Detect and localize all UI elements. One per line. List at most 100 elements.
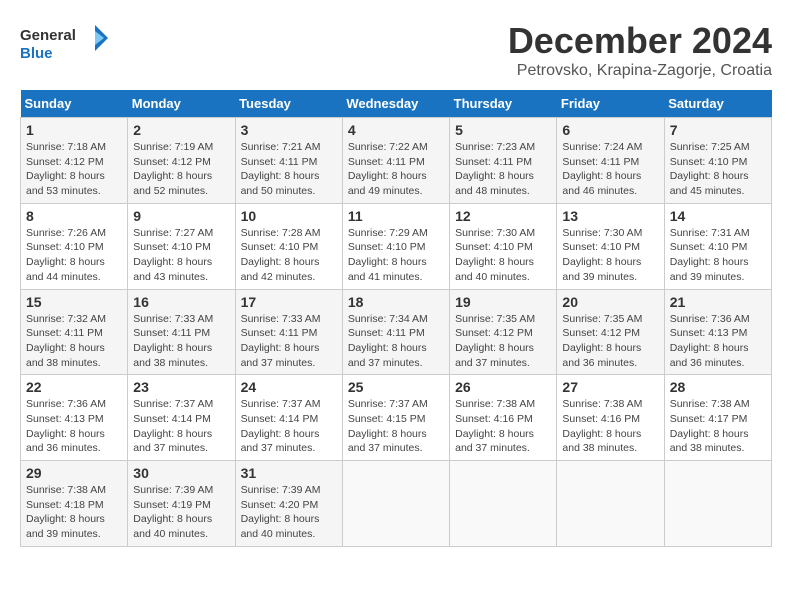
- day-number: 13: [562, 208, 658, 224]
- calendar-day-cell: 26 Sunrise: 7:38 AM Sunset: 4:16 PM Dayli…: [450, 375, 557, 461]
- calendar-day-cell: 27 Sunrise: 7:38 AM Sunset: 4:16 PM Dayli…: [557, 375, 664, 461]
- day-info: Sunrise: 7:38 AM Sunset: 4:17 PM Dayligh…: [670, 397, 766, 456]
- calendar-day-cell: 15 Sunrise: 7:32 AM Sunset: 4:11 PM Dayli…: [21, 289, 128, 375]
- day-number: 15: [26, 294, 122, 310]
- day-info: Sunrise: 7:38 AM Sunset: 4:16 PM Dayligh…: [562, 397, 658, 456]
- day-info: Sunrise: 7:34 AM Sunset: 4:11 PM Dayligh…: [348, 312, 444, 371]
- day-number: 18: [348, 294, 444, 310]
- calendar-table: SundayMondayTuesdayWednesdayThursdayFrid…: [20, 90, 772, 547]
- weekday-header-cell: Friday: [557, 90, 664, 118]
- day-number: 11: [348, 208, 444, 224]
- day-number: 1: [26, 122, 122, 138]
- calendar-day-cell: 11Sunrise: 7:29 AM Sunset: 4:10 PM Dayli…: [342, 203, 449, 289]
- day-info: Sunrise: 7:35 AM Sunset: 4:12 PM Dayligh…: [562, 312, 658, 371]
- calendar-day-cell: 30Sunrise: 7:39 AM Sunset: 4:19 PM Dayli…: [128, 461, 235, 547]
- day-number: 19: [455, 294, 551, 310]
- svg-text:General: General: [20, 27, 76, 44]
- calendar-day-cell: 22Sunrise: 7:36 AM Sunset: 4:13 PM Dayli…: [21, 375, 128, 461]
- day-info: Sunrise: 7:23 AM Sunset: 4:11 PM Dayligh…: [455, 140, 551, 199]
- calendar-day-cell: 5 Sunrise: 7:23 AM Sunset: 4:11 PM Daylig…: [450, 118, 557, 204]
- calendar-week-row: 15 Sunrise: 7:32 AM Sunset: 4:11 PM Dayli…: [21, 289, 772, 375]
- day-info: Sunrise: 7:38 AM Sunset: 4:18 PM Dayligh…: [26, 483, 122, 542]
- calendar-day-cell: 19 Sunrise: 7:35 AM Sunset: 4:12 PM Dayli…: [450, 289, 557, 375]
- calendar-day-cell: 29 Sunrise: 7:38 AM Sunset: 4:18 PM Dayli…: [21, 461, 128, 547]
- day-info: Sunrise: 7:31 AM Sunset: 4:10 PM Dayligh…: [670, 226, 766, 285]
- calendar-week-row: 29 Sunrise: 7:38 AM Sunset: 4:18 PM Dayli…: [21, 461, 772, 547]
- day-number: 6: [562, 122, 658, 138]
- weekday-header-cell: Saturday: [664, 90, 771, 118]
- calendar-day-cell: 17Sunrise: 7:33 AM Sunset: 4:11 PM Dayli…: [235, 289, 342, 375]
- calendar-day-cell: 2 Sunrise: 7:19 AM Sunset: 4:12 PM Daylig…: [128, 118, 235, 204]
- day-info: Sunrise: 7:25 AM Sunset: 4:10 PM Dayligh…: [670, 140, 766, 199]
- calendar-day-cell: [664, 461, 771, 547]
- day-info: Sunrise: 7:39 AM Sunset: 4:20 PM Dayligh…: [241, 483, 337, 542]
- day-number: 4: [348, 122, 444, 138]
- calendar-day-cell: 31 Sunrise: 7:39 AM Sunset: 4:20 PM Dayli…: [235, 461, 342, 547]
- day-number: 5: [455, 122, 551, 138]
- day-info: Sunrise: 7:38 AM Sunset: 4:16 PM Dayligh…: [455, 397, 551, 456]
- calendar-day-cell: [450, 461, 557, 547]
- day-number: 8: [26, 208, 122, 224]
- calendar-day-cell: 25Sunrise: 7:37 AM Sunset: 4:15 PM Dayli…: [342, 375, 449, 461]
- day-info: Sunrise: 7:27 AM Sunset: 4:10 PM Dayligh…: [133, 226, 229, 285]
- day-info: Sunrise: 7:39 AM Sunset: 4:19 PM Dayligh…: [133, 483, 229, 542]
- day-info: Sunrise: 7:32 AM Sunset: 4:11 PM Dayligh…: [26, 312, 122, 371]
- calendar-day-cell: 24 Sunrise: 7:37 AM Sunset: 4:14 PM Dayli…: [235, 375, 342, 461]
- day-number: 22: [26, 379, 122, 395]
- calendar-body: 1 Sunrise: 7:18 AM Sunset: 4:12 PM Daylig…: [21, 118, 772, 547]
- weekday-header-cell: Thursday: [450, 90, 557, 118]
- day-number: 27: [562, 379, 658, 395]
- location-subtitle: Petrovsko, Krapina-Zagorje, Croatia: [508, 62, 772, 80]
- calendar-day-cell: 8 Sunrise: 7:26 AM Sunset: 4:10 PM Daylig…: [21, 203, 128, 289]
- calendar-day-cell: 18 Sunrise: 7:34 AM Sunset: 4:11 PM Dayli…: [342, 289, 449, 375]
- day-info: Sunrise: 7:19 AM Sunset: 4:12 PM Dayligh…: [133, 140, 229, 199]
- weekday-header-cell: Monday: [128, 90, 235, 118]
- calendar-day-cell: 9Sunrise: 7:27 AM Sunset: 4:10 PM Daylig…: [128, 203, 235, 289]
- day-number: 12: [455, 208, 551, 224]
- day-info: Sunrise: 7:30 AM Sunset: 4:10 PM Dayligh…: [562, 226, 658, 285]
- day-number: 24: [241, 379, 337, 395]
- svg-text:Blue: Blue: [20, 45, 53, 62]
- calendar-day-cell: 6 Sunrise: 7:24 AM Sunset: 4:11 PM Daylig…: [557, 118, 664, 204]
- day-info: Sunrise: 7:24 AM Sunset: 4:11 PM Dayligh…: [562, 140, 658, 199]
- calendar-week-row: 22Sunrise: 7:36 AM Sunset: 4:13 PM Dayli…: [21, 375, 772, 461]
- day-number: 23: [133, 379, 229, 395]
- weekday-header-row: SundayMondayTuesdayWednesdayThursdayFrid…: [21, 90, 772, 118]
- calendar-day-cell: [342, 461, 449, 547]
- logo-svg: General Blue: [20, 20, 110, 70]
- page-header: General Blue December 2024 Petrovsko, Kr…: [20, 20, 772, 80]
- day-number: 31: [241, 465, 337, 481]
- day-info: Sunrise: 7:21 AM Sunset: 4:11 PM Dayligh…: [241, 140, 337, 199]
- calendar-day-cell: 20Sunrise: 7:35 AM Sunset: 4:12 PM Dayli…: [557, 289, 664, 375]
- day-info: Sunrise: 7:36 AM Sunset: 4:13 PM Dayligh…: [670, 312, 766, 371]
- day-info: Sunrise: 7:37 AM Sunset: 4:14 PM Dayligh…: [241, 397, 337, 456]
- day-info: Sunrise: 7:33 AM Sunset: 4:11 PM Dayligh…: [133, 312, 229, 371]
- calendar-week-row: 1 Sunrise: 7:18 AM Sunset: 4:12 PM Daylig…: [21, 118, 772, 204]
- day-info: Sunrise: 7:35 AM Sunset: 4:12 PM Dayligh…: [455, 312, 551, 371]
- calendar-day-cell: 16 Sunrise: 7:33 AM Sunset: 4:11 PM Dayli…: [128, 289, 235, 375]
- day-number: 16: [133, 294, 229, 310]
- day-number: 29: [26, 465, 122, 481]
- weekday-header-cell: Wednesday: [342, 90, 449, 118]
- calendar-day-cell: 14Sunrise: 7:31 AM Sunset: 4:10 PM Dayli…: [664, 203, 771, 289]
- weekday-header-cell: Tuesday: [235, 90, 342, 118]
- day-info: Sunrise: 7:33 AM Sunset: 4:11 PM Dayligh…: [241, 312, 337, 371]
- title-block: December 2024 Petrovsko, Krapina-Zagorje…: [508, 20, 772, 80]
- calendar-day-cell: [557, 461, 664, 547]
- day-info: Sunrise: 7:18 AM Sunset: 4:12 PM Dayligh…: [26, 140, 122, 199]
- calendar-week-row: 8 Sunrise: 7:26 AM Sunset: 4:10 PM Daylig…: [21, 203, 772, 289]
- calendar-day-cell: 21 Sunrise: 7:36 AM Sunset: 4:13 PM Dayli…: [664, 289, 771, 375]
- logo: General Blue: [20, 20, 110, 70]
- day-number: 25: [348, 379, 444, 395]
- day-number: 10: [241, 208, 337, 224]
- day-info: Sunrise: 7:30 AM Sunset: 4:10 PM Dayligh…: [455, 226, 551, 285]
- day-number: 26: [455, 379, 551, 395]
- calendar-day-cell: 13 Sunrise: 7:30 AM Sunset: 4:10 PM Dayli…: [557, 203, 664, 289]
- day-number: 21: [670, 294, 766, 310]
- calendar-day-cell: 12 Sunrise: 7:30 AM Sunset: 4:10 PM Dayli…: [450, 203, 557, 289]
- day-number: 28: [670, 379, 766, 395]
- day-number: 2: [133, 122, 229, 138]
- calendar-day-cell: 7Sunrise: 7:25 AM Sunset: 4:10 PM Daylig…: [664, 118, 771, 204]
- day-info: Sunrise: 7:26 AM Sunset: 4:10 PM Dayligh…: [26, 226, 122, 285]
- day-info: Sunrise: 7:28 AM Sunset: 4:10 PM Dayligh…: [241, 226, 337, 285]
